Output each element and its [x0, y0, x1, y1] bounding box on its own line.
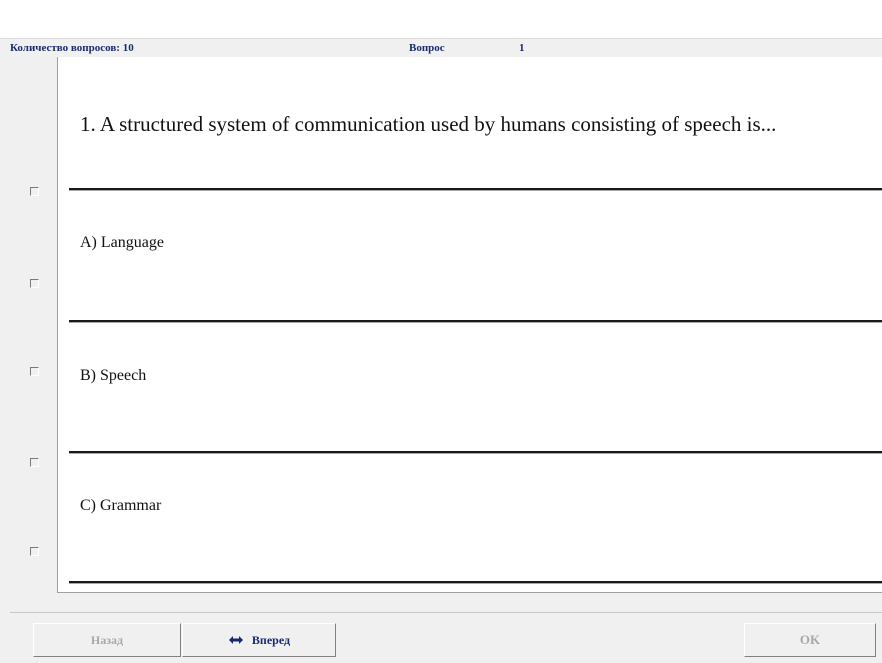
back-button[interactable]: Назад [33, 623, 181, 657]
double-arrow-icon [228, 636, 243, 644]
answer-checkbox-2[interactable] [30, 279, 39, 288]
answer-checkbox-4[interactable] [30, 458, 39, 467]
back-button-label: Назад [90, 632, 124, 647]
answer-checkbox-3[interactable] [30, 367, 39, 376]
ok-button[interactable]: OK [744, 623, 876, 657]
question-text: 1. A structured system of communication … [80, 112, 777, 136]
separator [69, 320, 882, 323]
answer-option-c[interactable]: C) Grammar [80, 497, 161, 515]
question-count-label: Количество вопросов: 10 [10, 42, 134, 54]
forward-button[interactable]: Вперед [182, 623, 336, 657]
separator [69, 188, 882, 191]
separator [69, 581, 882, 584]
question-label: Вопрос [409, 42, 445, 54]
question-number: 1 [519, 42, 525, 54]
answer-option-b[interactable]: B) Speech [80, 367, 146, 385]
top-blank-area [0, 0, 882, 38]
ok-button-label: OK [799, 632, 821, 647]
answer-checkbox-1[interactable] [30, 187, 39, 196]
answer-option-a[interactable]: A) Language [80, 234, 164, 252]
question-panel [57, 57, 882, 593]
answer-checkbox-5[interactable] [30, 547, 39, 556]
separator [69, 451, 882, 454]
footer-divider [10, 612, 882, 613]
forward-button-label: Вперед [251, 632, 291, 647]
